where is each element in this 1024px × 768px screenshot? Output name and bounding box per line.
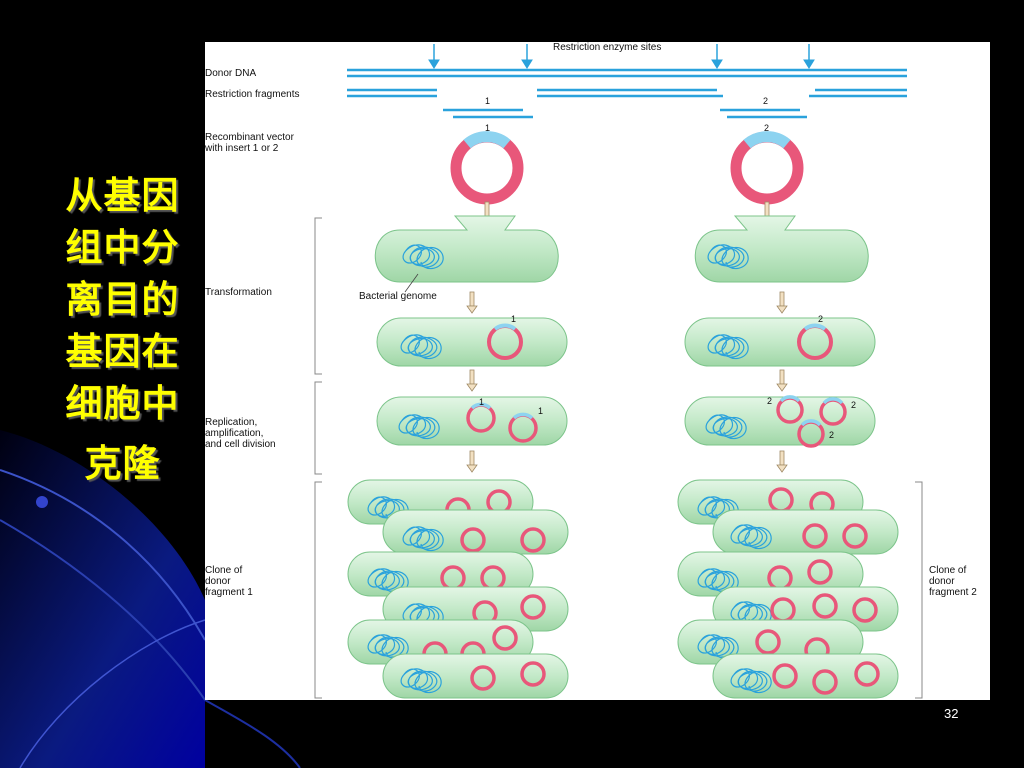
transformed-1-number: 1 — [511, 314, 516, 324]
title-line-6: 克隆 — [84, 442, 161, 485]
arrow-down-icon — [466, 369, 478, 392]
title-line-4: 基因在 — [65, 330, 180, 373]
title-line-3: 离目的 — [65, 278, 180, 321]
clone2-cell — [712, 653, 899, 699]
replication-label-2: amplification, — [205, 428, 263, 439]
arrow-down-icon — [776, 369, 788, 392]
clone1-label-3: fragment 1 — [205, 587, 253, 598]
recombinant-plasmid-1 — [450, 131, 524, 205]
replicating-cell-2 — [684, 395, 876, 448]
cell-receiving-plasmid-2 — [694, 215, 869, 283]
cloning-diagram: Restriction enzyme sites Donor DNA Restr… — [205, 42, 990, 700]
arrow-down-icon — [466, 291, 478, 314]
restriction-sites-label: Restriction enzyme sites — [553, 42, 661, 53]
replication-2-number-a: 2 — [767, 396, 772, 406]
page-number: 32 — [944, 706, 959, 721]
replication-1-number-a: 1 — [479, 397, 484, 407]
clone2-label-2: donor — [929, 576, 955, 587]
fragment-1-label: 1 — [485, 96, 490, 106]
bacterial-genome-label: Bacterial genome — [359, 291, 437, 302]
clone2-cell — [712, 509, 899, 555]
recombinant-plasmid-2 — [730, 131, 804, 205]
arrow-down-icon — [776, 450, 788, 473]
clone1-label-2: donor — [205, 576, 231, 587]
clone1-label-1: Clone of — [205, 565, 242, 576]
donor-dna-label: Donor DNA — [205, 68, 256, 79]
replication-label-3: and cell division — [205, 439, 276, 450]
clone1-cell — [382, 509, 569, 555]
recombinant-vector-label-2: with insert 1 or 2 — [205, 143, 279, 154]
clone-colony-1 — [347, 479, 569, 699]
clone2-label-3: fragment 2 — [929, 587, 977, 598]
title-line-2: 组中分 — [65, 226, 180, 269]
arrow-down-icon — [466, 450, 478, 473]
cloning-diagram-svg: Restriction enzyme sites Donor DNA Restr… — [205, 42, 977, 699]
clone-colony-2 — [677, 479, 899, 699]
clone2-label-1: Clone of — [929, 565, 966, 576]
clone1-cell — [382, 653, 569, 699]
slide-title: 从基因 组中分 离目的 基因在 细胞中 克隆 — [40, 170, 205, 490]
fragment-2-label: 2 — [763, 96, 768, 106]
arrow-down-icon — [776, 291, 788, 314]
cell-receiving-plasmid-1 — [374, 215, 559, 283]
transformed-2-number: 2 — [818, 314, 823, 324]
replication-2-number-c: 2 — [829, 430, 834, 440]
transformation-label: Transformation — [205, 287, 272, 298]
title-line-1: 从基因 — [65, 174, 180, 217]
replication-label-1: Replication, — [205, 417, 257, 428]
title-line-5: 细胞中 — [65, 382, 180, 425]
transformed-cell-2 — [684, 317, 876, 367]
donor-dna — [347, 68, 907, 78]
recombinant-vector-label-1: Recombinant vector — [205, 132, 295, 143]
replication-2-number-b: 2 — [851, 400, 856, 410]
replicating-cell-1 — [376, 396, 568, 446]
transformed-cell-1 — [376, 317, 568, 367]
restriction-fragments-label: Restriction fragments — [205, 89, 299, 100]
replication-1-number-b: 1 — [538, 406, 543, 416]
restriction-fragments — [347, 88, 907, 119]
